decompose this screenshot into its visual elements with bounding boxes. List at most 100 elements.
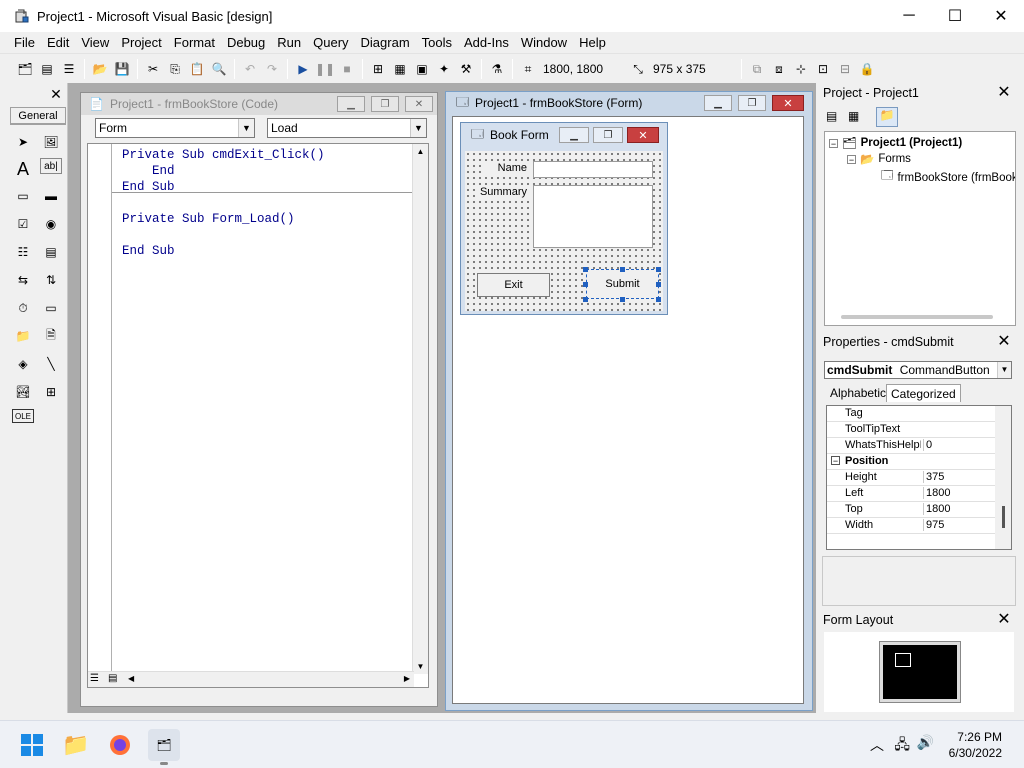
send-to-back-icon[interactable]: ⧈	[768, 58, 790, 80]
procedure-combo[interactable]: Load ▼	[267, 118, 427, 138]
label-tool-icon[interactable]: A	[12, 158, 34, 180]
end-icon[interactable]: ■	[336, 58, 358, 80]
properties-close-icon[interactable]: ✕	[996, 334, 1012, 350]
property-row[interactable]: Top 1800	[827, 502, 995, 518]
collapse-icon[interactable]: −	[829, 138, 838, 148]
hscrollbar-tool-icon[interactable]: ⇆	[12, 269, 34, 291]
chevron-down-icon[interactable]: ▼	[238, 119, 254, 137]
menu-format[interactable]: Format	[168, 35, 221, 50]
start-icon[interactable]: ▶	[292, 58, 314, 80]
toolbox-icon[interactable]: ⚒	[455, 58, 477, 80]
menu-window[interactable]: Window	[515, 35, 573, 50]
tree-item-frmbookstore[interactable]: 🗔 frmBookStore (frmBookStore)	[881, 168, 1015, 187]
redo-icon[interactable]: ↷	[261, 58, 283, 80]
code-close-button[interactable]: ✕	[405, 96, 433, 112]
save-project-icon[interactable]: 💾	[111, 58, 133, 80]
property-grid-scrollbar[interactable]	[995, 406, 1011, 549]
name-textbox[interactable]	[533, 161, 653, 178]
menu-view[interactable]: View	[75, 35, 115, 50]
combobox-tool-icon[interactable]: ☷	[12, 241, 34, 263]
maximize-button[interactable]: ☐	[932, 0, 978, 32]
scroll-down-icon[interactable]: ▼	[413, 662, 428, 671]
property-row[interactable]: Tag	[827, 406, 995, 422]
menu-help[interactable]: Help	[573, 35, 612, 50]
form-minimize-button[interactable]: ▁	[704, 95, 732, 111]
book-form-body[interactable]: Name Summary Exit Submit	[465, 151, 663, 311]
scroll-right-icon[interactable]: ▶	[404, 674, 410, 683]
object-combo[interactable]: Form ▼	[95, 118, 255, 138]
image-tool-icon[interactable]: 🏞	[12, 381, 34, 403]
menu-tools[interactable]: Tools	[416, 35, 458, 50]
scroll-left-icon[interactable]: ◀	[128, 674, 134, 683]
code-restore-button[interactable]: ❐	[371, 96, 399, 112]
name-label[interactable]: Name	[481, 161, 529, 175]
code-minimize-button[interactable]: ▁	[337, 96, 365, 112]
selection-handle[interactable]	[583, 297, 588, 302]
property-row[interactable]: Height 375	[827, 470, 995, 486]
selection-handle[interactable]	[620, 267, 625, 272]
menu-run[interactable]: Run	[271, 35, 307, 50]
tab-categorized[interactable]: Categorized	[886, 384, 961, 402]
toolbox-close-icon[interactable]: ✕	[47, 85, 65, 103]
properties-window-icon[interactable]: ▦	[389, 58, 411, 80]
code-vertical-scrollbar[interactable]: ▲ ▼	[412, 144, 428, 674]
timer-tool-icon[interactable]: ⏱	[12, 297, 34, 319]
toolbox-tab-general[interactable]: General	[10, 107, 66, 125]
form-layout-icon[interactable]: ▣	[411, 58, 433, 80]
toggle-folders-icon[interactable]: 📁	[876, 107, 898, 127]
break-icon[interactable]: ❚❚	[314, 58, 336, 80]
shape-tool-icon[interactable]: ◈	[12, 353, 34, 375]
open-project-icon[interactable]: 📂	[89, 58, 111, 80]
scrollbar-thumb[interactable]	[1002, 506, 1005, 528]
menu-project[interactable]: Project	[115, 35, 167, 50]
textbox-tool-icon[interactable]: ab|	[40, 158, 62, 174]
chevron-down-icon[interactable]: ▼	[997, 362, 1011, 378]
line-tool-icon[interactable]: ╲	[40, 353, 62, 375]
project-explorer-icon[interactable]: ⊞	[367, 58, 389, 80]
form-position-preview[interactable]	[895, 653, 911, 667]
close-button[interactable]: ✕	[978, 0, 1024, 32]
menu-file[interactable]: File	[8, 35, 41, 50]
find-icon[interactable]: 🔍	[208, 58, 230, 80]
summary-textbox[interactable]	[533, 185, 653, 248]
optionbutton-tool-icon[interactable]: ◉	[40, 213, 62, 235]
property-row[interactable]: WhatsThisHelpID0	[827, 438, 995, 454]
collapse-icon[interactable]: −	[847, 154, 856, 164]
ole-tool-icon[interactable]: OLE	[12, 409, 34, 423]
commandbutton-tool-icon[interactable]: ▬	[40, 185, 62, 207]
form-restore-button[interactable]: ❐	[738, 95, 766, 111]
selection-handle[interactable]	[620, 297, 625, 302]
property-row[interactable]: Left 1800	[827, 486, 995, 502]
exit-button[interactable]: Exit	[477, 273, 550, 297]
data-view-icon[interactable]: ⚗	[486, 58, 508, 80]
filelistbox-tool-icon[interactable]: 🗎	[40, 325, 62, 347]
code-horizontal-scrollbar[interactable]: ☰ ▤ ◀ ▶	[88, 671, 414, 687]
chevron-down-icon[interactable]: ▼	[410, 119, 426, 137]
selection-handle[interactable]	[656, 282, 661, 287]
property-row[interactable]: ToolTipText	[827, 422, 995, 438]
selection-handle[interactable]	[656, 297, 661, 302]
visual-basic-taskbar-icon[interactable]: 🗂	[148, 729, 180, 761]
firefox-icon[interactable]	[104, 729, 136, 761]
bring-to-front-icon[interactable]: ⧉	[746, 58, 768, 80]
paste-icon[interactable]: 📋	[186, 58, 208, 80]
collapse-icon[interactable]: −	[831, 456, 840, 466]
vscrollbar-tool-icon[interactable]: ⇅	[40, 269, 62, 291]
menu-diagram[interactable]: Diagram	[355, 35, 416, 50]
object-browser-icon[interactable]: ✦	[433, 58, 455, 80]
data-tool-icon[interactable]: ⊞	[40, 381, 62, 403]
make-same-size-icon[interactable]: ⊟	[834, 58, 856, 80]
property-row[interactable]: Width 975	[827, 518, 995, 534]
menu-edit[interactable]: Edit	[41, 35, 75, 50]
tree-item-forms[interactable]: − 📂 Forms	[847, 152, 911, 166]
chevron-up-icon[interactable]: ︿	[870, 735, 884, 755]
menu-query[interactable]: Query	[307, 35, 354, 50]
tab-alphabetic[interactable]: Alphabetic	[826, 384, 890, 402]
align-icon[interactable]: ⊹	[790, 58, 812, 80]
menu-add-ins[interactable]: Add-Ins	[458, 35, 515, 50]
procedure-view-icon[interactable]: ☰	[90, 673, 99, 684]
object-selector[interactable]: cmdSubmit CommandButton ▼	[824, 361, 1012, 379]
view-code-icon[interactable]: ▤	[826, 109, 837, 123]
minimize-button[interactable]: ─	[886, 0, 932, 32]
full-module-view-icon[interactable]: ▤	[108, 673, 117, 684]
